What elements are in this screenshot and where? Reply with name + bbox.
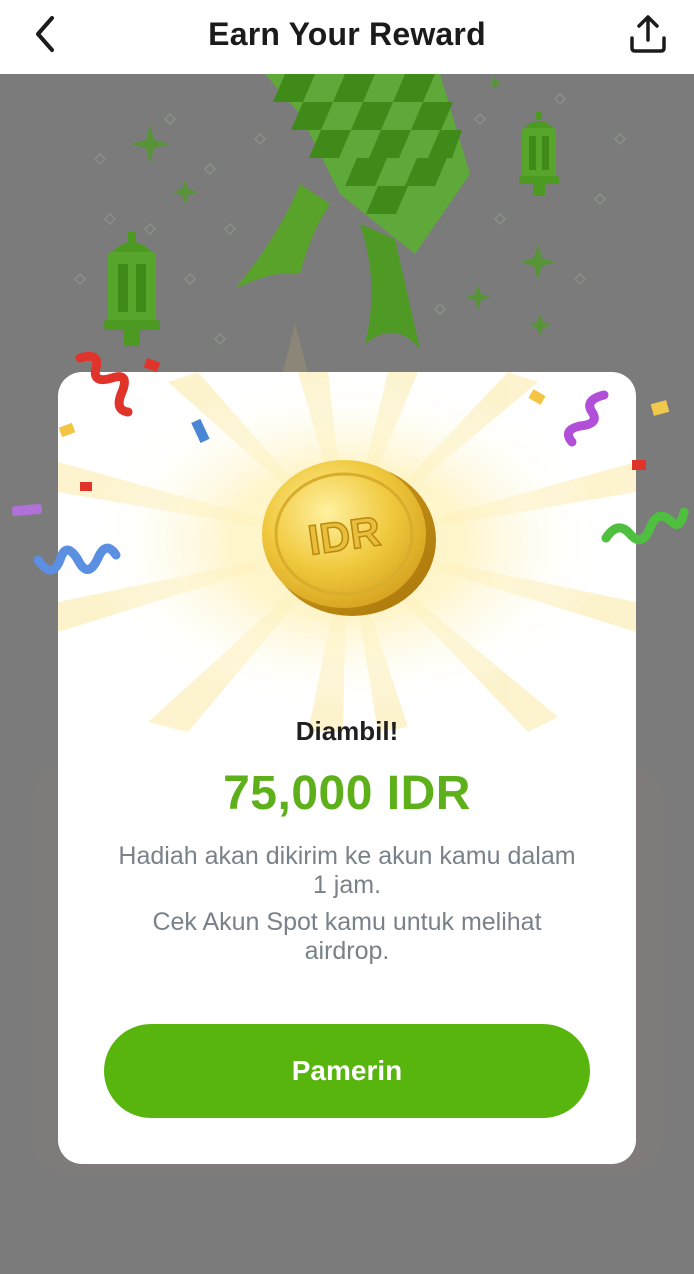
reward-modal: IDR Diambil! 75,000 IDR Hadiah akan diki…: [58, 372, 636, 1164]
background-section-heading: [30, 1256, 230, 1274]
delivery-note: Hadiah akan dikirim ke akun kamu dalam 1…: [118, 842, 576, 899]
page-title: Earn Your Reward: [208, 16, 486, 52]
top-bar: Earn Your Reward: [0, 0, 694, 74]
share-off-button[interactable]: Pamerin: [104, 1024, 590, 1118]
reward-amount: 75,000 IDR: [223, 767, 471, 820]
share-button[interactable]: [626, 12, 670, 56]
share-upload-icon: [630, 15, 666, 53]
coin-label: IDR: [305, 507, 383, 564]
spot-account-note: Cek Akun Spot kamu untuk melihat airdrop…: [152, 908, 542, 965]
idr-coin-icon: IDR: [262, 460, 436, 616]
claimed-title: Diambil!: [295, 716, 399, 746]
